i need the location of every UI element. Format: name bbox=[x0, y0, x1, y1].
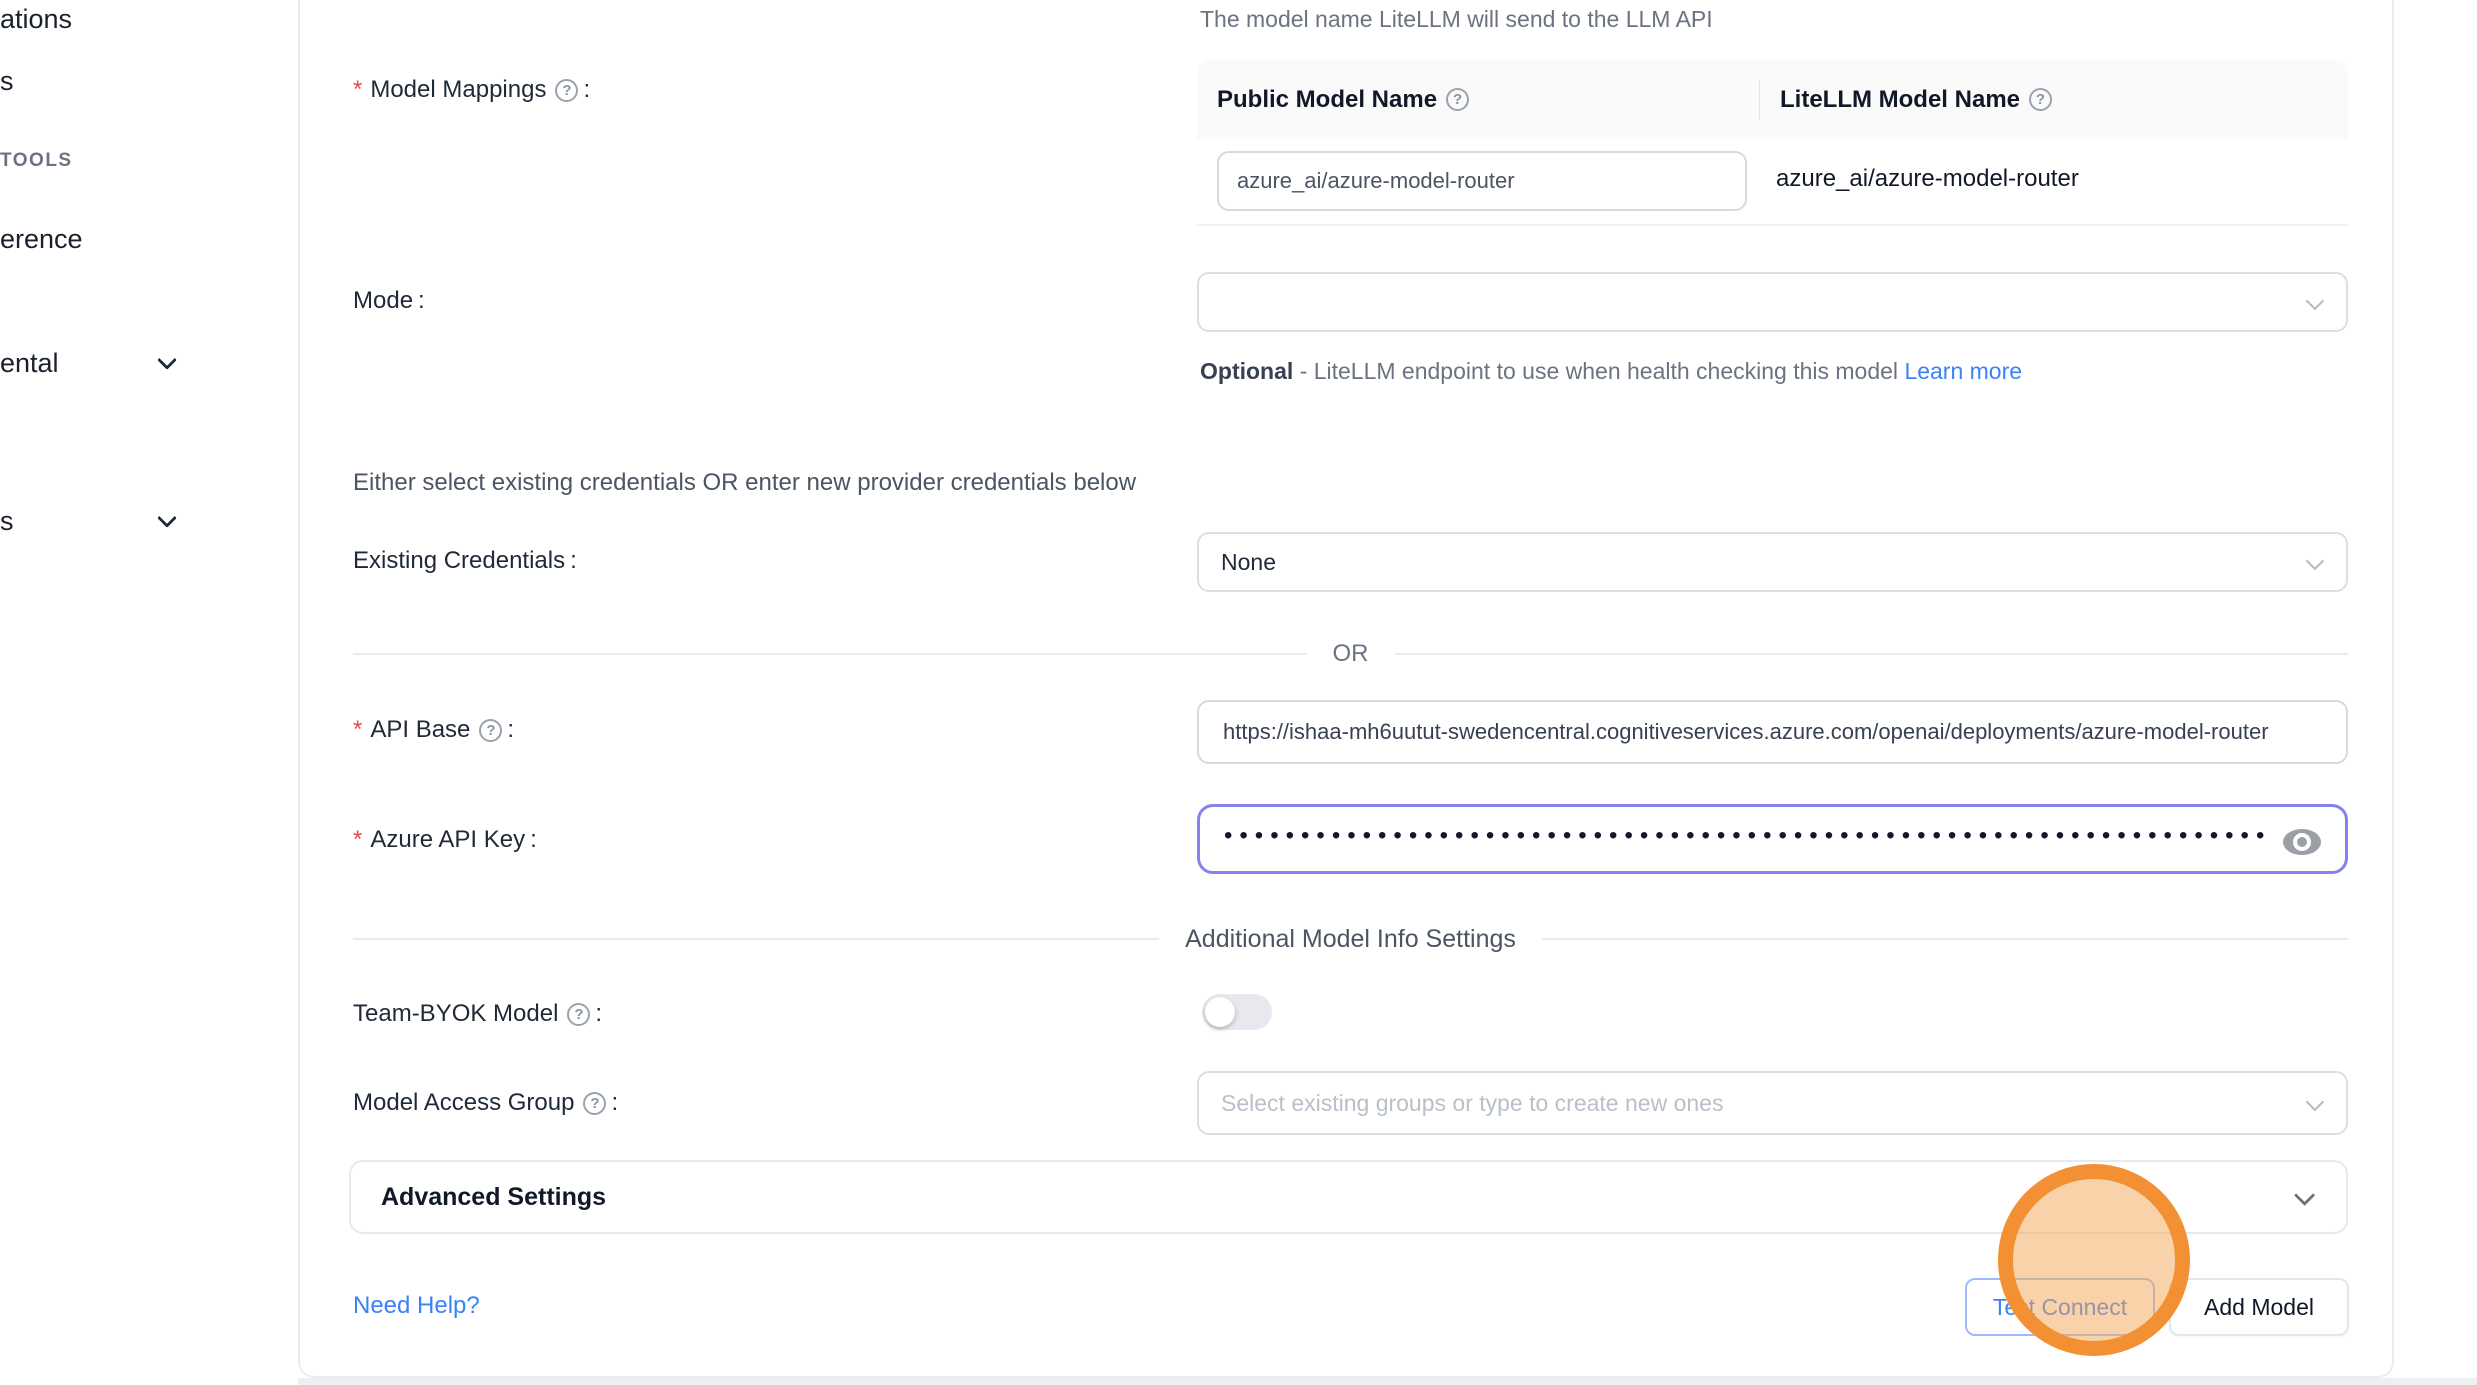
test-connect-button[interactable]: Test Connect bbox=[1965, 1278, 2155, 1336]
chevron-down-icon bbox=[2306, 291, 2324, 309]
sidebar-section-label: TOOLS bbox=[0, 150, 73, 172]
public-model-name-header: Public Model Name ? bbox=[1197, 86, 1759, 114]
api-base-input[interactable] bbox=[1197, 700, 2348, 764]
litellm-model-name-value: azure_ai/azure-model-router bbox=[1776, 165, 2079, 193]
help-icon[interactable]: ? bbox=[567, 1003, 590, 1026]
help-icon[interactable]: ? bbox=[1446, 88, 1469, 111]
masked-password: ••••••••••••••••••••••••••••••••••••••••… bbox=[1224, 822, 2271, 850]
chevron-down-icon bbox=[2306, 1092, 2324, 1110]
eye-icon[interactable] bbox=[2281, 821, 2323, 863]
team-byok-label: Team-BYOK Model ? : bbox=[353, 1000, 602, 1028]
required-asterisk: * bbox=[353, 76, 362, 104]
model-mappings-table-header: Public Model Name ? LiteLLM Model Name ? bbox=[1197, 60, 2348, 139]
model-mappings-label: * Model Mappings ? : bbox=[353, 76, 590, 104]
api-base-label: * API Base ? : bbox=[353, 716, 514, 744]
public-model-name-input[interactable] bbox=[1217, 151, 1747, 211]
sidebar-item[interactable]: erence bbox=[0, 224, 83, 255]
required-asterisk: * bbox=[353, 716, 362, 744]
additional-info-divider: Additional Model Info Settings bbox=[353, 926, 2348, 952]
sidebar: ations s TOOLS erence ental s bbox=[0, 0, 298, 1385]
mode-label: Mode : bbox=[353, 287, 425, 315]
table-row-divider bbox=[1197, 224, 2348, 226]
existing-credentials-label: Existing Credentials : bbox=[353, 547, 577, 575]
learn-more-link[interactable]: Learn more bbox=[1904, 358, 2022, 384]
litellm-model-name-header: LiteLLM Model Name ? bbox=[1760, 86, 2052, 114]
sidebar-item[interactable]: s bbox=[0, 66, 14, 97]
model-access-group-label: Model Access Group ? : bbox=[353, 1089, 618, 1117]
advanced-settings-panel[interactable]: Advanced Settings bbox=[349, 1160, 2348, 1234]
page-background-strip bbox=[298, 1378, 2477, 1385]
required-asterisk: * bbox=[353, 826, 362, 854]
azure-api-key-input[interactable]: ••••••••••••••••••••••••••••••••••••••••… bbox=[1197, 804, 2348, 874]
chevron-down-icon bbox=[2294, 1184, 2315, 1205]
model-access-group-select[interactable]: Select existing groups or type to create… bbox=[1197, 1071, 2348, 1135]
or-divider: OR bbox=[353, 641, 2348, 667]
chevron-down-icon[interactable] bbox=[157, 508, 177, 528]
toggle-knob bbox=[1205, 997, 1235, 1027]
need-help-link[interactable]: Need Help? bbox=[353, 1292, 480, 1320]
mode-select[interactable] bbox=[1197, 272, 2348, 332]
chevron-down-icon bbox=[2306, 551, 2324, 569]
azure-api-key-label: * Azure API Key : bbox=[353, 826, 537, 854]
help-icon[interactable]: ? bbox=[555, 79, 578, 102]
existing-credentials-select[interactable]: None bbox=[1197, 532, 2348, 592]
mode-hint: Optional - LiteLLM endpoint to use when … bbox=[1200, 351, 2040, 391]
add-model-form-card: The model name LiteLLM will send to the … bbox=[298, 0, 2394, 1378]
sidebar-item-expandable[interactable]: ental bbox=[0, 348, 59, 379]
help-icon[interactable]: ? bbox=[583, 1092, 606, 1115]
credentials-note: Either select existing credentials OR en… bbox=[353, 469, 1136, 497]
add-model-button[interactable]: Add Model bbox=[2169, 1278, 2349, 1336]
team-byok-toggle[interactable] bbox=[1202, 994, 1272, 1030]
help-icon[interactable]: ? bbox=[2029, 88, 2052, 111]
litellm-model-name-hint: The model name LiteLLM will send to the … bbox=[1200, 6, 1713, 33]
sidebar-item-expandable[interactable]: s bbox=[0, 506, 14, 537]
sidebar-item[interactable]: ations bbox=[0, 4, 72, 35]
help-icon[interactable]: ? bbox=[479, 719, 502, 742]
chevron-down-icon[interactable] bbox=[157, 350, 177, 370]
